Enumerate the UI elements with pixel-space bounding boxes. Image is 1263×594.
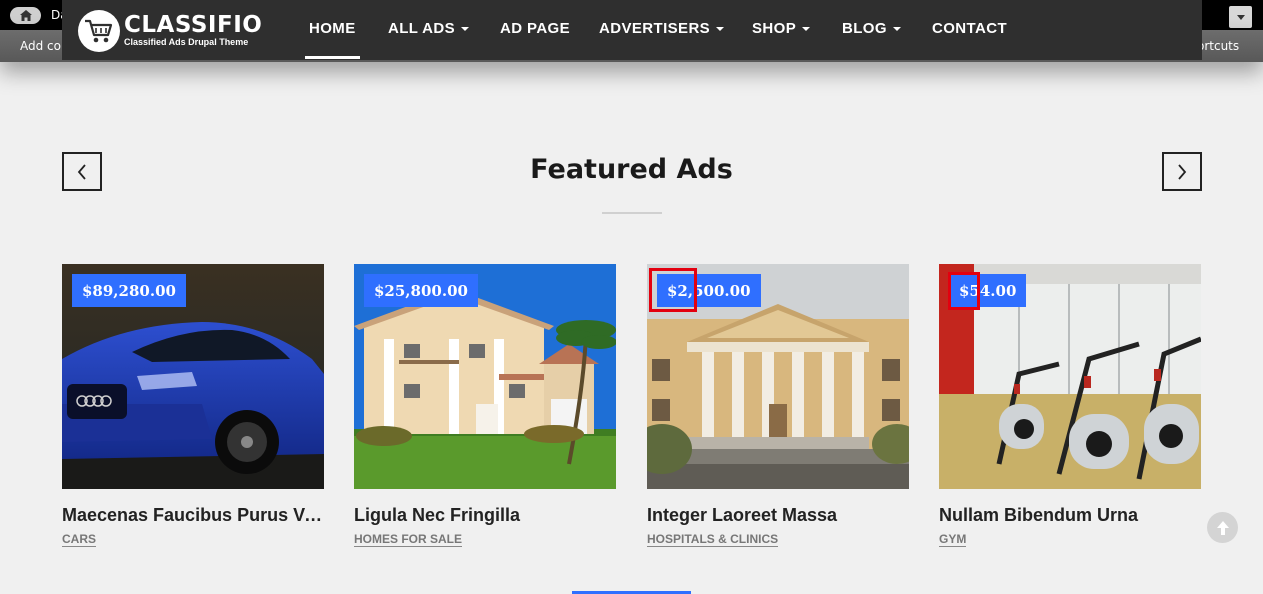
active-nav-indicator: [305, 56, 360, 59]
home-icon: [19, 10, 32, 21]
cart-icon: [78, 10, 120, 52]
nav-all-ads-label: ALL ADS: [388, 20, 455, 37]
ad-title[interactable]: Integer Laoreet Massa: [647, 505, 909, 526]
price-badge: $89,280.00: [72, 274, 186, 307]
ad-image-building[interactable]: $2,500.00: [647, 264, 909, 489]
nav-home[interactable]: HOME: [309, 20, 356, 37]
ad-title[interactable]: Maecenas Faucibus Purus Ve...: [62, 505, 324, 526]
admin-home-button[interactable]: [10, 7, 41, 24]
admin-toggle-button[interactable]: [1229, 6, 1252, 28]
ad-card[interactable]: $54.00 Nullam Bibendum Urna GYM: [939, 264, 1201, 548]
price-highlight-box: [948, 272, 980, 310]
chevron-down-icon: [1236, 14, 1245, 20]
edit-shortcuts-link[interactable]: ortcuts: [1197, 39, 1239, 53]
caret-down-icon: [892, 26, 901, 31]
ad-card[interactable]: $89,280.00 Maecenas Faucibus Purus Ve...…: [62, 264, 324, 548]
nav-shop[interactable]: SHOP: [752, 20, 811, 37]
price-highlight-box: [649, 268, 697, 312]
nav-advertisers-label: ADVERTISERS: [599, 20, 711, 37]
brand-tagline: Classified Ads Drupal Theme: [124, 37, 249, 47]
main-navbar: CLASSIFIO Classified Ads Drupal Theme HO…: [62, 0, 1202, 60]
add-content-shortcut[interactable]: Add co: [20, 39, 61, 53]
title-divider: [602, 212, 662, 214]
nav-blog-label: BLOG: [842, 20, 887, 37]
ad-category[interactable]: HOSPITALS & CLINICS: [647, 533, 779, 547]
ad-title[interactable]: Ligula Nec Fringilla: [354, 505, 616, 526]
scroll-to-top-button[interactable]: [1207, 512, 1238, 543]
price-badge: $25,800.00: [364, 274, 478, 307]
ad-card[interactable]: $25,800.00 Ligula Nec Fringilla HOMES FO…: [354, 264, 616, 548]
nav-all-ads[interactable]: ALL ADS: [388, 20, 469, 37]
ad-category[interactable]: GYM: [939, 533, 967, 547]
ad-title[interactable]: Nullam Bibendum Urna: [939, 505, 1201, 526]
nav-contact[interactable]: CONTACT: [932, 20, 1007, 37]
nav-blog[interactable]: BLOG: [842, 20, 901, 37]
arrow-up-icon: [1216, 520, 1229, 535]
caret-down-icon: [716, 26, 725, 31]
site-logo[interactable]: CLASSIFIO Classified Ads Drupal Theme: [78, 10, 262, 52]
nav-home-label: HOME: [309, 20, 356, 37]
nav-ad-page[interactable]: AD PAGE: [500, 20, 570, 37]
chevron-right-icon: [1178, 163, 1187, 180]
carousel-next-button[interactable]: [1162, 152, 1202, 191]
nav-shop-label: SHOP: [752, 20, 797, 37]
section-title: Featured Ads: [530, 154, 733, 185]
nav-contact-label: CONTACT: [932, 20, 1008, 37]
nav-ad-page-label: AD PAGE: [500, 20, 571, 37]
ad-card[interactable]: $2,500.00 Integer Laoreet Massa HOSPITAL…: [647, 264, 909, 548]
ad-category[interactable]: HOMES FOR SALE: [354, 533, 463, 547]
ad-image-car[interactable]: $89,280.00: [62, 264, 324, 489]
caret-down-icon: [460, 26, 469, 31]
caret-down-icon: [802, 26, 811, 31]
ad-category[interactable]: CARS: [62, 533, 97, 547]
nav-advertisers[interactable]: ADVERTISERS: [599, 20, 725, 37]
ad-image-house[interactable]: $25,800.00: [354, 264, 616, 489]
brand-name: CLASSIFIO: [124, 12, 263, 38]
ad-image-gym[interactable]: $54.00: [939, 264, 1201, 489]
